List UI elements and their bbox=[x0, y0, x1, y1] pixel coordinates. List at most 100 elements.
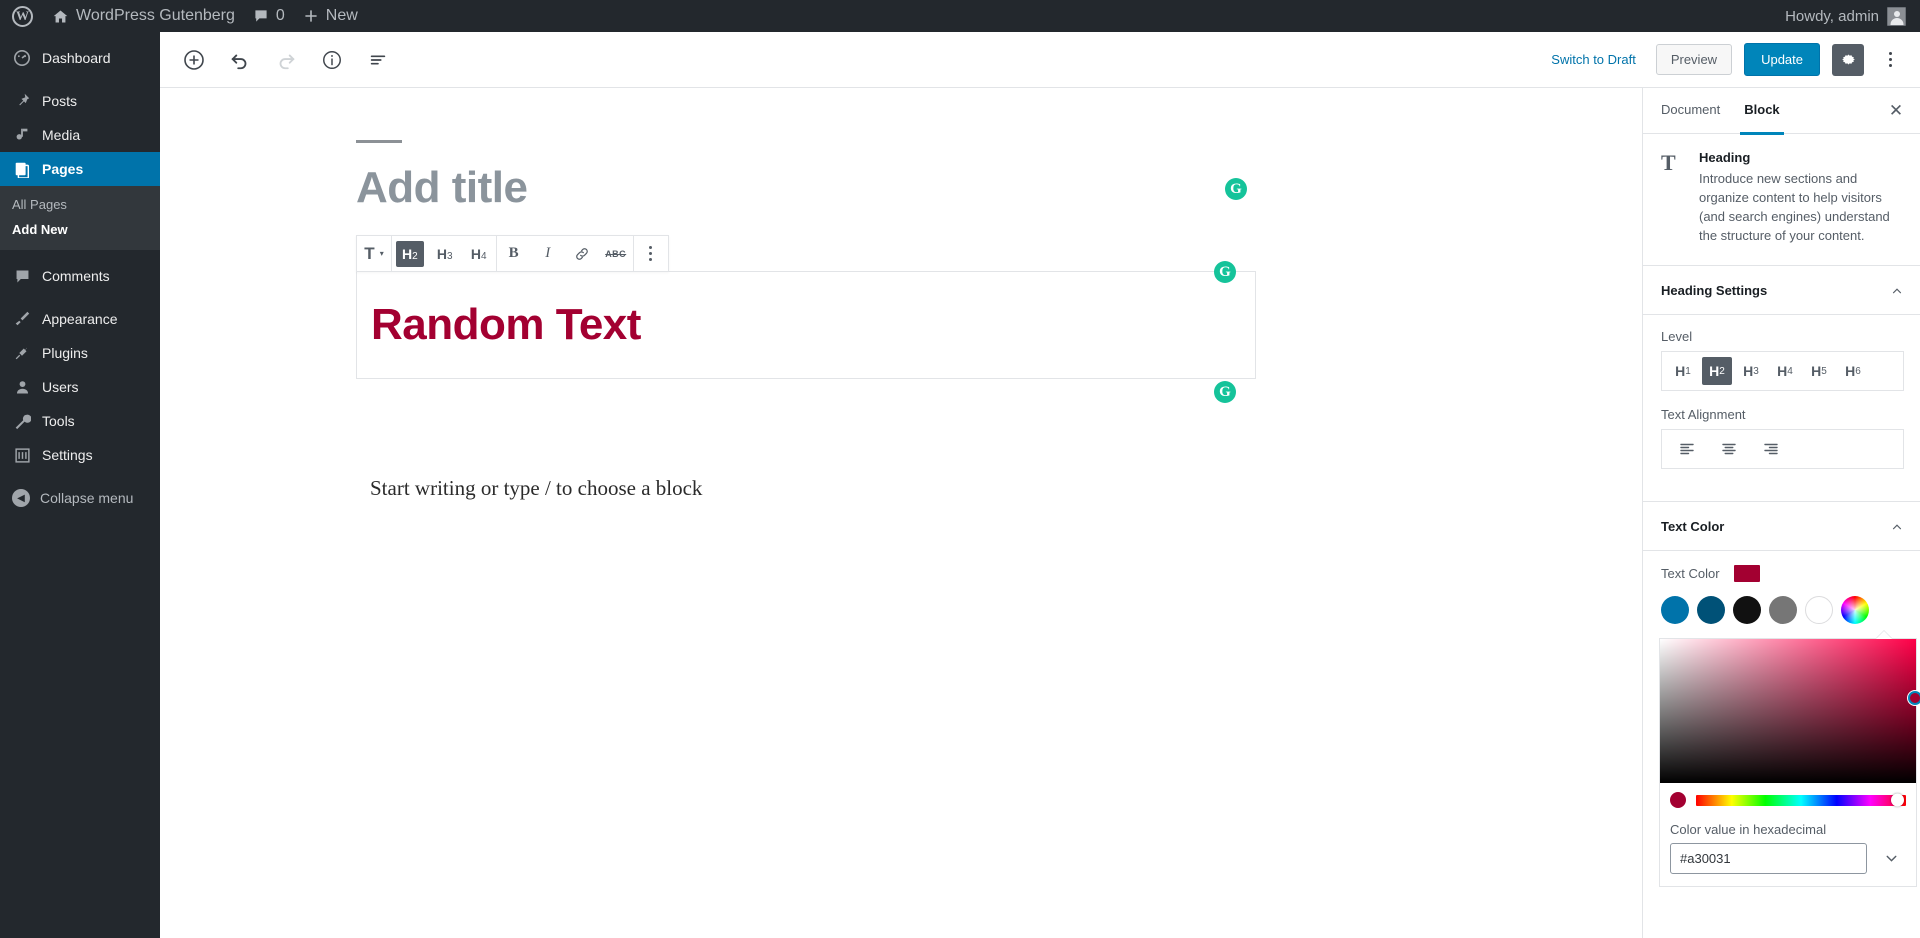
more-options-button[interactable] bbox=[634, 236, 668, 271]
sidebar-item-label: Media bbox=[42, 127, 81, 143]
tab-document[interactable]: Document bbox=[1649, 88, 1732, 134]
sidebar-item-comments[interactable]: Comments bbox=[0, 259, 160, 293]
sidebar-item-tools[interactable]: Tools bbox=[0, 404, 160, 438]
preview-button[interactable]: Preview bbox=[1655, 44, 1733, 75]
grammarly-g-icon[interactable]: G bbox=[1214, 261, 1236, 283]
update-button[interactable]: Update bbox=[1744, 43, 1820, 76]
strikethrough-button[interactable]: ABC bbox=[599, 236, 633, 271]
site-name-label: WordPress Gutenberg bbox=[76, 7, 235, 24]
color-swatch-white[interactable] bbox=[1805, 596, 1833, 625]
pin-icon bbox=[12, 91, 32, 111]
tab-label: Block bbox=[1744, 101, 1780, 117]
redo-button[interactable] bbox=[268, 42, 304, 78]
current-text-color-row: Text Color bbox=[1661, 565, 1904, 583]
chevron-down-icon: ▾ bbox=[379, 249, 384, 258]
block-navigation-button[interactable] bbox=[360, 42, 396, 78]
level-label: Level bbox=[1661, 329, 1693, 345]
grammarly-g-icon[interactable]: G bbox=[1214, 381, 1236, 403]
level-h6-button[interactable]: H6 bbox=[1838, 357, 1868, 385]
heading-T-icon: T bbox=[1661, 150, 1676, 175]
sidebar-item-appearance[interactable]: Appearance bbox=[0, 302, 160, 336]
heading-level-h4-button[interactable]: H4 bbox=[462, 236, 496, 271]
hex-field-label: Color value in hexadecimal bbox=[1670, 822, 1827, 838]
color-swatch-custom[interactable] bbox=[1841, 596, 1869, 625]
switch-to-draft-button[interactable]: Switch to Draft bbox=[1543, 46, 1644, 73]
more-tools-options-button[interactable] bbox=[1876, 44, 1904, 76]
sidebar-item-posts[interactable]: Posts bbox=[0, 84, 160, 118]
text-alignment-label: Text Alignment bbox=[1661, 407, 1746, 423]
sidebar-item-users[interactable]: Users bbox=[0, 370, 160, 404]
redo-arrow-icon bbox=[275, 49, 297, 71]
color-swatch-black[interactable] bbox=[1733, 596, 1761, 625]
sliders-icon bbox=[12, 445, 32, 465]
bold-button[interactable]: B bbox=[497, 236, 531, 271]
hue-slider[interactable] bbox=[1696, 793, 1906, 807]
level-h1-button[interactable]: H1 bbox=[1668, 357, 1698, 385]
wp-admin-bar: W WordPress Gutenberg 0 New Howdy, admin bbox=[0, 0, 1920, 32]
content-info-button[interactable] bbox=[314, 42, 350, 78]
sidebar-item-pages[interactable]: Pages bbox=[0, 152, 160, 186]
color-swatch-gray[interactable] bbox=[1769, 596, 1797, 625]
hex-color-input[interactable] bbox=[1670, 843, 1867, 875]
admin-bar-account-area[interactable]: Howdy, admin bbox=[1785, 6, 1920, 26]
post-title-input[interactable]: Add title bbox=[356, 164, 1316, 211]
sidebar-item-settings[interactable]: Settings bbox=[0, 438, 160, 472]
sidebar-item-plugins[interactable]: Plugins bbox=[0, 336, 160, 370]
user-icon bbox=[12, 377, 32, 397]
chevron-down-icon[interactable] bbox=[1877, 846, 1906, 871]
title-divider bbox=[356, 140, 402, 143]
paragraph-block-placeholder[interactable]: Start writing or type / to choose a bloc… bbox=[370, 476, 702, 501]
block-type-group: T ▾ bbox=[357, 236, 392, 271]
grammarly-g-icon[interactable]: G bbox=[1225, 178, 1247, 200]
level-h5-button[interactable]: H5 bbox=[1804, 357, 1834, 385]
align-right-button[interactable] bbox=[1758, 436, 1784, 462]
align-center-button[interactable] bbox=[1716, 436, 1742, 462]
text-color-panel-header[interactable]: Text Color bbox=[1643, 502, 1920, 552]
hue-slider-knob[interactable] bbox=[1891, 793, 1904, 807]
sidebar-item-dashboard[interactable]: Dashboard bbox=[0, 41, 160, 75]
post-header-area: Add title bbox=[356, 88, 1316, 211]
level-h2-button[interactable]: H2 bbox=[1702, 357, 1732, 386]
sidebar-tabs: Document Block ✕ bbox=[1643, 88, 1920, 135]
collapse-menu-button[interactable]: ◀ Collapse menu bbox=[0, 481, 160, 515]
heading-block[interactable]: Random Text bbox=[356, 271, 1256, 379]
comments-button[interactable]: 0 bbox=[244, 0, 294, 32]
close-sidebar-button[interactable]: ✕ bbox=[1878, 93, 1914, 129]
add-block-button[interactable] bbox=[176, 42, 212, 78]
color-swatch-dark-blue[interactable] bbox=[1697, 596, 1725, 625]
heading-level-h2-button[interactable]: H2 bbox=[396, 240, 424, 267]
block-settings-sidebar: Document Block ✕ T Heading Introduce new… bbox=[1642, 88, 1920, 938]
text-color-panel-body: Text Color Color value in hexadecimal #a… bbox=[1643, 551, 1920, 895]
tab-block[interactable]: Block bbox=[1732, 88, 1791, 135]
plug-icon bbox=[12, 343, 32, 363]
sidebar-item-label: Plugins bbox=[42, 345, 88, 361]
italic-button[interactable]: I bbox=[531, 236, 565, 271]
align-left-button[interactable] bbox=[1674, 436, 1700, 462]
block-card-title: Heading bbox=[1699, 150, 1751, 165]
sidebar-item-media[interactable]: Media bbox=[0, 118, 160, 152]
link-button[interactable] bbox=[565, 236, 599, 271]
submenu-item-add-new[interactable]: Add New bbox=[0, 217, 160, 242]
wp-admin-sidebar-menu: Dashboard Posts Media Pages All Pages Ad… bbox=[0, 32, 160, 938]
saturation-value-area[interactable] bbox=[1660, 639, 1920, 784]
chevron-up-icon bbox=[1890, 520, 1904, 534]
dashboard-icon bbox=[12, 48, 32, 68]
color-swatch-pale-blue[interactable] bbox=[1661, 596, 1689, 625]
site-name-button[interactable]: WordPress Gutenberg bbox=[43, 0, 244, 32]
new-content-button[interactable]: New bbox=[294, 0, 367, 32]
pages-icon bbox=[12, 159, 32, 179]
heading-block-text[interactable]: Random Text bbox=[371, 300, 641, 350]
sidebar-item-label: Appearance bbox=[42, 311, 118, 327]
level-h3-button[interactable]: H3 bbox=[1736, 357, 1766, 385]
saturation-pointer[interactable] bbox=[1908, 691, 1920, 706]
wp-logo-button[interactable]: W bbox=[0, 0, 43, 32]
undo-button[interactable] bbox=[222, 42, 258, 78]
submenu-item-all-pages[interactable]: All Pages bbox=[0, 192, 160, 217]
block-type-switcher-button[interactable]: T ▾ bbox=[357, 236, 391, 271]
heading-level-h3-button[interactable]: H3 bbox=[428, 236, 462, 271]
heading-settings-panel-header[interactable]: Heading Settings bbox=[1643, 266, 1920, 316]
settings-toggle-button[interactable] bbox=[1832, 43, 1864, 76]
comment-bubble-icon bbox=[12, 266, 32, 286]
sidebar-item-label: Comments bbox=[42, 268, 110, 284]
level-h4-button[interactable]: H4 bbox=[1770, 357, 1800, 385]
